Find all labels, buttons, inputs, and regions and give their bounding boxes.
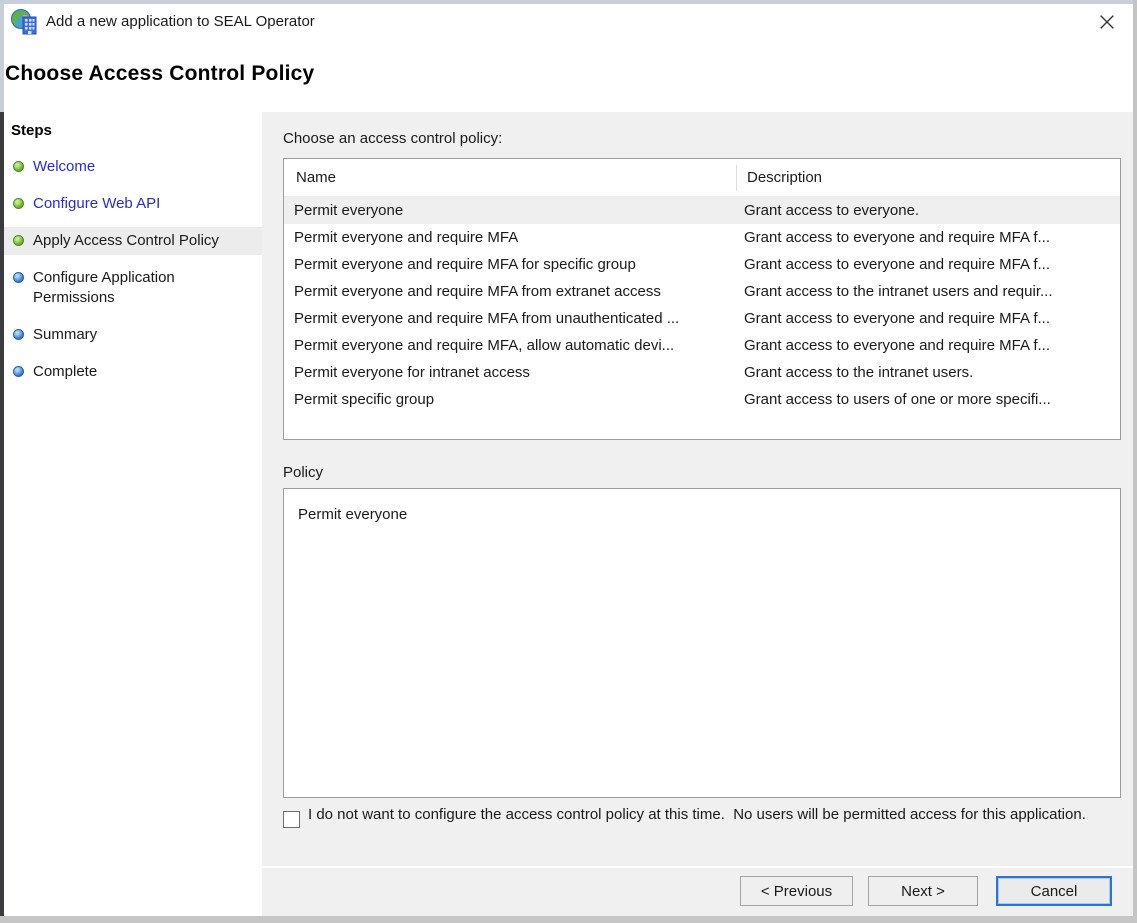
step-status-icon bbox=[13, 235, 24, 246]
sidebar-step-configure-web-api[interactable]: Configure Web API bbox=[4, 190, 262, 218]
step-status-icon bbox=[13, 272, 24, 283]
cell-description: Grant access to the intranet users. bbox=[744, 364, 974, 381]
table-row[interactable]: Permit everyone and require MFA for spec… bbox=[284, 251, 1120, 278]
wizard-window: Add a new application to SEAL Operator C… bbox=[0, 0, 1137, 923]
step-status-icon bbox=[13, 198, 24, 209]
table-row[interactable]: Permit everyone for intranet access Gran… bbox=[284, 359, 1120, 386]
policy-preview-box: Permit everyone bbox=[283, 488, 1121, 798]
steps-list: Welcome Configure Web API Apply Access C… bbox=[4, 153, 262, 386]
column-header-description[interactable]: Description bbox=[736, 164, 1120, 191]
policy-section-label: Policy bbox=[283, 464, 324, 481]
cell-name: Permit everyone and require MFA for spec… bbox=[294, 256, 636, 273]
column-header-name[interactable]: Name bbox=[284, 169, 736, 186]
policy-table: Name Description Permit everyone Grant a… bbox=[283, 158, 1121, 440]
skip-policy-row: I do not want to configure the access co… bbox=[283, 804, 1111, 828]
previous-button[interactable]: < Previous bbox=[740, 876, 853, 906]
close-icon bbox=[1100, 15, 1114, 29]
window-border-bottom bbox=[0, 916, 1137, 923]
cell-description: Grant access to users of one or more spe… bbox=[744, 391, 1051, 408]
cell-name: Permit specific group bbox=[294, 391, 435, 408]
steps-sidebar: Steps Welcome Configure Web API Apply Ac… bbox=[4, 112, 262, 916]
sidebar-step-complete[interactable]: Complete bbox=[4, 358, 262, 386]
window-border-right bbox=[1133, 0, 1137, 923]
table-row[interactable]: Permit everyone and require MFA from ext… bbox=[284, 278, 1120, 305]
skip-policy-checkbox[interactable] bbox=[283, 811, 300, 828]
cell-name: Permit everyone and require MFA from ext… bbox=[294, 283, 661, 300]
next-button[interactable]: Next > bbox=[868, 876, 978, 906]
sidebar-step-configure-application-permissions[interactable]: Configure Application Permissions bbox=[4, 264, 262, 312]
table-row[interactable]: Permit everyone and require MFA, allow a… bbox=[284, 332, 1120, 359]
sidebar-step-welcome[interactable]: Welcome bbox=[4, 153, 262, 181]
instruction-label: Choose an access control policy: bbox=[283, 130, 503, 147]
step-label: Configure Web API bbox=[33, 195, 161, 212]
table-body: Permit everyone Grant access to everyone… bbox=[284, 197, 1120, 413]
step-status-icon bbox=[13, 366, 24, 377]
steps-heading: Steps bbox=[11, 122, 52, 139]
table-row[interactable]: Permit everyone Grant access to everyone… bbox=[284, 197, 1120, 224]
table-header: Name Description bbox=[284, 159, 1120, 197]
step-label: Summary bbox=[33, 326, 98, 343]
cell-name: Permit everyone and require MFA, allow a… bbox=[294, 337, 675, 354]
table-row[interactable]: Permit everyone and require MFA Grant ac… bbox=[284, 224, 1120, 251]
step-label: Complete bbox=[33, 363, 98, 380]
cell-description: Grant access to everyone and require MFA… bbox=[744, 256, 1050, 273]
cell-name: Permit everyone and require MFA bbox=[294, 229, 519, 246]
window-title: Add a new application to SEAL Operator bbox=[46, 13, 315, 30]
cell-name: Permit everyone for intranet access bbox=[294, 364, 530, 381]
sidebar-step-apply-access-control-policy[interactable]: Apply Access Control Policy bbox=[4, 227, 262, 255]
skip-policy-label: I do not want to configure the access co… bbox=[308, 806, 1086, 823]
footer-bar: < Previous Next > Cancel bbox=[262, 866, 1133, 916]
cell-description: Grant access to everyone and require MFA… bbox=[744, 337, 1050, 354]
close-button[interactable] bbox=[1091, 6, 1123, 38]
step-status-icon bbox=[13, 161, 24, 172]
cell-description: Grant access to everyone and require MFA… bbox=[744, 229, 1050, 246]
cancel-button[interactable]: Cancel bbox=[996, 876, 1112, 906]
title-bar: Add a new application to SEAL Operator bbox=[4, 4, 1133, 40]
step-label: Configure Application Permissions bbox=[33, 269, 175, 306]
page-title: Choose Access Control Policy bbox=[5, 62, 315, 85]
app-icon bbox=[11, 9, 37, 35]
table-row[interactable]: Permit everyone and require MFA from una… bbox=[284, 305, 1120, 332]
cell-name: Permit everyone and require MFA from una… bbox=[294, 310, 680, 327]
sidebar-step-summary[interactable]: Summary bbox=[4, 321, 262, 349]
cell-description: Grant access to everyone and require MFA… bbox=[744, 310, 1050, 327]
cell-name: Permit everyone bbox=[294, 202, 404, 219]
table-row[interactable]: Permit specific group Grant access to us… bbox=[284, 386, 1120, 413]
cell-description: Grant access to the intranet users and r… bbox=[744, 283, 1053, 300]
main-panel: Choose an access control policy: Name De… bbox=[262, 112, 1133, 916]
step-label: Welcome bbox=[33, 158, 96, 175]
step-label: Apply Access Control Policy bbox=[33, 232, 219, 249]
step-status-icon bbox=[13, 329, 24, 340]
cell-description: Grant access to everyone. bbox=[744, 202, 920, 219]
